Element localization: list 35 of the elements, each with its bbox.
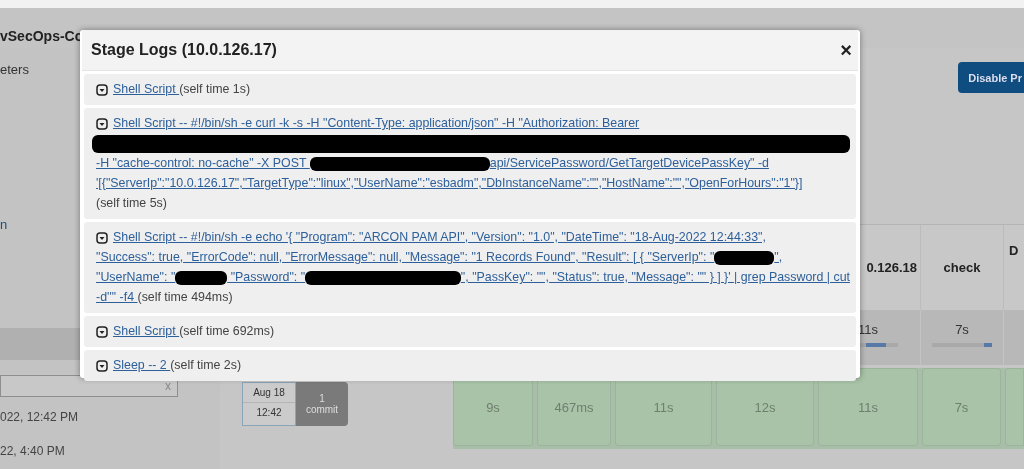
log-step-link[interactable]: Sleep -- 2 — [113, 356, 171, 375]
stage-header: check — [943, 260, 981, 275]
disable-project-button[interactable]: Disable Pr — [958, 62, 1024, 93]
self-time-text: (self time 5s) — [96, 195, 167, 212]
log-step-link[interactable]: "Success": true, "ErrorCode": null, "ErrorMessage": null, "Message": "1 Records Found", "Result": [ { "ServerIp": " — [96, 248, 715, 267]
stage-header: D — [1009, 243, 1019, 258]
self-time-text: (self time 1s) — [179, 81, 251, 98]
log-step-link[interactable]: api/ServicePassword/GetTargetDevicePassKey" -d — [489, 154, 769, 173]
self-time-text: (self time 494ms) — [137, 289, 233, 306]
log-step-link[interactable]: Shell Script -- #!/bin/sh -e echo '{ "Program": "ARCON PAM API", "Version": "1.0", "DateTime": "18-Aug-2022 12:44:33", — [113, 228, 766, 247]
log-step-link[interactable]: Shell Script — [113, 322, 180, 341]
sidebar-link[interactable]: n — [0, 217, 8, 232]
log-step-link[interactable]: Shell Script — [113, 80, 180, 99]
close-icon[interactable]: × — [840, 38, 852, 62]
log-step-link[interactable]: -H "cache-control: no-cache" -X POST — [96, 154, 310, 173]
log-step-link[interactable]: ", — [774, 248, 783, 267]
dialog-title: Stage Logs (10.0.126.17) — [91, 41, 277, 59]
commit-badge[interactable]: 1 commit — [296, 382, 348, 426]
stage-header: 0.126.18 — [866, 260, 917, 275]
build-timestamp: 022, 12:42 PM — [0, 410, 80, 424]
build-time: 12:42 — [255, 406, 283, 420]
build-date: Aug 18 — [243, 383, 295, 403]
log-step-link[interactable]: Shell Script -- #!/bin/sh -e curl -k -s -H "Content-Type: application/json" -H "Authorization: Bearer — [113, 114, 640, 133]
job-title[interactable]: vSecOps-Cc — [0, 28, 83, 44]
build-timestamp: 22, 4:40 PM — [0, 444, 66, 458]
log-step-link[interactable]: "UserName": " — [96, 268, 176, 287]
log-step-link[interactable]: ", "PassKey": "", "Status": true, "Message": "" } ] }' | grep Password | cut — [460, 268, 850, 287]
log-step-link[interactable]: -d'"' -f4 — [96, 288, 138, 307]
average-duration: 11s — [858, 322, 878, 337]
log-step-link[interactable]: '[{"ServerIp":"10.0.126.17","TargetType":"linux","UserName":"esbadm","DbInstanceName":"","HostName":"","OpenForHours":"1"}] — [96, 174, 803, 193]
sidebar-link[interactable]: eters — [0, 62, 29, 77]
self-time-text: (self time 692ms) — [179, 323, 275, 340]
average-duration: 7s — [955, 322, 969, 337]
self-time-text: (self time 2s) — [170, 357, 242, 374]
log-step-link[interactable]: "Password": " — [227, 268, 306, 287]
